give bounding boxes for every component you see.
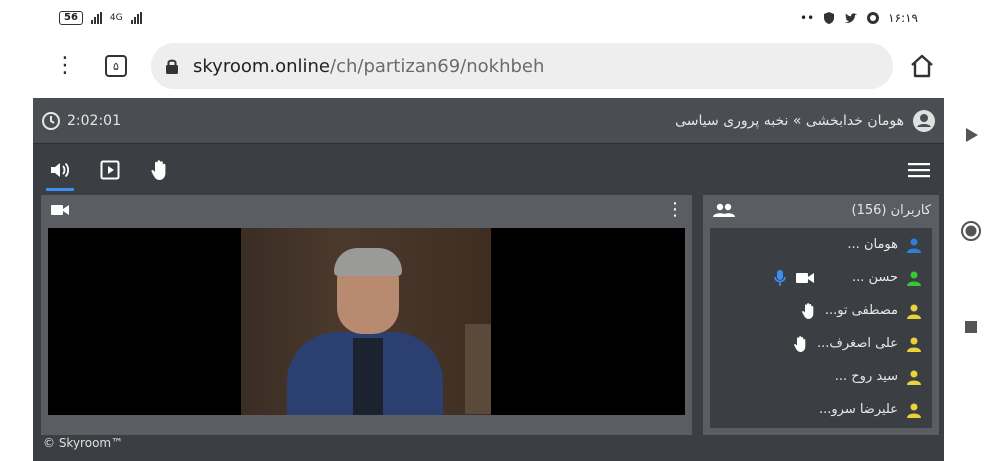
signal-icon-2: [130, 12, 142, 24]
presenter-hair: [334, 248, 402, 276]
user-icon: [907, 370, 921, 385]
user-name: علیرضا سرو...: [818, 402, 898, 417]
notification-dots: ••: [800, 11, 815, 25]
app-toolbar: [33, 144, 944, 196]
status-right: •• ۱۶:۱۹: [800, 11, 918, 25]
user-name: حسن ...: [851, 270, 898, 285]
video-options-icon[interactable]: ⋮: [666, 201, 684, 219]
screen: 56 4G •• ۱۶:۱۹ ⋮ ۵ skyroom.online/ch/par…: [0, 0, 1000, 461]
play-icon: [100, 160, 120, 180]
session-timer: 2:02:01: [41, 111, 121, 131]
network-type: 4G: [109, 13, 123, 23]
url-path: /ch/partizan69/nokhbeh: [330, 55, 545, 77]
android-navbar: [944, 0, 1000, 461]
overflow-menu-icon[interactable]: ⋮: [51, 55, 79, 77]
user-breadcrumb[interactable]: هومان خدابخشی » نخبه پروری سیاسی: [675, 109, 936, 133]
raise-hand-button[interactable]: [147, 157, 173, 183]
user-name: هومان ...: [847, 237, 898, 252]
video-panel-header: ⋮: [41, 195, 692, 225]
recents-icon[interactable]: [960, 316, 982, 338]
users-panel: کاربران (156) هومان ... حسن ... مصطفی تو..…: [703, 195, 939, 435]
user-name: سید روح ...: [834, 369, 898, 384]
raised-hand-icon: [794, 335, 806, 352]
user-name: علی اصغرف...: [817, 336, 898, 351]
user-icon: [907, 238, 921, 253]
users-title: کاربران (156): [851, 202, 932, 218]
video-camera-icon: [51, 205, 69, 215]
user-icon: [907, 337, 921, 352]
status-bar: 56 4G •• ۱۶:۱۹: [33, 0, 944, 36]
microphone-icon: [774, 269, 786, 286]
raised-hand-icon: [801, 302, 814, 319]
clock-time: ۱۶:۱۹: [888, 11, 918, 25]
account-icon: [913, 109, 935, 132]
timer-value: 2:02:01: [67, 112, 121, 129]
presenter-video: [241, 228, 491, 415]
back-icon[interactable]: [960, 124, 982, 146]
lock-icon: [166, 59, 178, 74]
users-icon: [713, 203, 735, 217]
skyroom-footer: © Skyroom™: [43, 436, 124, 450]
user-icon: [907, 304, 921, 319]
url-host: skyroom.online: [193, 55, 331, 77]
users-list: هومان ... حسن ... مصطفی تو... علی اصغرف... س…: [710, 228, 932, 428]
background-shelf: [465, 324, 491, 414]
skyroom-app: 2:02:01 هومان خدابخشی » نخبه پروری سیاسی: [33, 98, 944, 461]
speaker-button[interactable]: [46, 157, 74, 191]
shield-icon: [824, 12, 835, 24]
user-name: مصطفی تو...: [824, 303, 898, 318]
hamburger-menu-icon[interactable]: [908, 162, 930, 178]
user-row[interactable]: علی اصغرف...: [710, 327, 932, 360]
breadcrumb-text: هومان خدابخشی » نخبه پروری سیاسی: [675, 112, 904, 129]
video-stream[interactable]: [48, 228, 685, 415]
twitter-icon: [845, 13, 858, 23]
user-row[interactable]: هومان ...: [710, 228, 932, 261]
tab-switcher-button[interactable]: ۵: [105, 55, 127, 77]
user-row[interactable]: حسن ...: [710, 261, 932, 294]
user-icon: [907, 271, 921, 286]
home-circle-icon[interactable]: [960, 220, 982, 242]
speaker-icon: [51, 162, 70, 178]
app-header: 2:02:01 هومان خدابخشی » نخبه پروری سیاسی: [33, 98, 944, 144]
user-media: [774, 269, 814, 286]
video-panel: ⋮: [41, 195, 692, 435]
user-row[interactable]: سید روح ...: [710, 360, 932, 393]
address-bar[interactable]: skyroom.online/ch/partizan69/nokhbeh: [151, 43, 893, 89]
home-icon[interactable]: [909, 53, 935, 79]
whatsapp-icon: [867, 12, 880, 24]
user-row[interactable]: مصطفی تو...: [710, 294, 932, 327]
presenter-shirt: [353, 338, 383, 415]
play-button[interactable]: [97, 157, 123, 183]
user-row[interactable]: علیرضا سرو...: [710, 393, 932, 426]
browser-toolbar: ⋮ ۵ skyroom.online/ch/partizan69/nokhbeh: [33, 36, 944, 96]
signal-icon: [90, 12, 102, 24]
battery-icon: 56: [59, 11, 83, 25]
clock-icon: [42, 111, 60, 130]
hand-icon: [151, 160, 166, 180]
users-panel-header: کاربران (156): [703, 195, 939, 225]
toolbar-tools: [46, 157, 173, 191]
user-icon: [907, 403, 921, 418]
status-left: 56 4G: [59, 11, 142, 25]
video-camera-icon: [795, 272, 814, 283]
